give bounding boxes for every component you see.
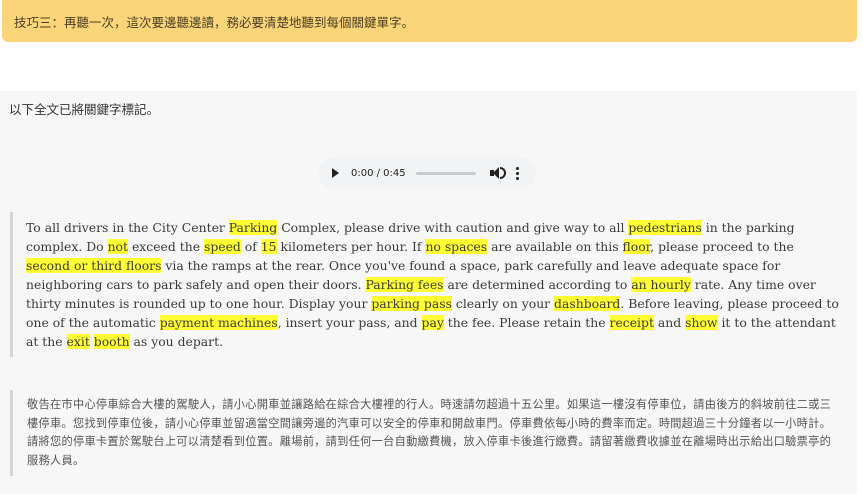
passage-text: as you depart. <box>129 334 224 349</box>
tip-banner: 技巧三：再聽一次，這次要邊聽邊讀，務必要清楚地聽到每個關鍵單字。 <box>2 0 857 42</box>
keyword-highlight: Parking <box>228 220 278 235</box>
passage-text: the fee. Please retain the <box>443 315 610 330</box>
audio-player[interactable]: 0:00 / 0:45 <box>318 157 536 189</box>
passage-text: are available on this <box>487 239 623 254</box>
intro-text: 以下全文已將關鍵字標記。 <box>9 102 160 117</box>
more-options-icon[interactable] <box>515 166 519 180</box>
audio-progress-track[interactable] <box>415 171 476 175</box>
passage-text: , insert your pass, and <box>277 315 422 330</box>
keyword-highlight: speed <box>203 239 241 254</box>
keyword-highlight: exit <box>66 334 90 349</box>
english-passage: To all drivers in the City Center Parkin… <box>10 212 840 357</box>
play-icon[interactable] <box>332 168 339 178</box>
keyword-highlight: pedestrians <box>628 220 702 235</box>
chinese-translation: 敬告在市中心停車綜合大樓的駕駛人，請小心開車並讓路給在綜合大樓裡的行人。時速請勿… <box>10 390 840 476</box>
passage-text: , please proceed to the <box>650 239 794 254</box>
keyword-highlight: second or third floors <box>26 258 162 273</box>
passage-text: exceed the <box>128 239 204 254</box>
keyword-highlight: parking pass <box>371 296 452 311</box>
keyword-highlight: booth <box>93 334 130 349</box>
volume-wave-icon <box>500 167 506 179</box>
keyword-highlight: receipt <box>609 315 654 330</box>
keyword-highlight: dashboard <box>554 296 621 311</box>
tip-text: 技巧三：再聽一次，這次要邊聽邊讀，務必要清楚地聽到每個關鍵單字。 <box>14 15 415 30</box>
keyword-highlight: show <box>685 315 718 330</box>
passage-text: Complex, please drive with caution and g… <box>277 220 629 235</box>
keyword-highlight: no spaces <box>425 239 488 254</box>
keyword-highlight: pay <box>421 315 444 330</box>
passage-text: clearly on your <box>451 296 555 311</box>
passage-text: kilometers per hour. If <box>276 239 426 254</box>
keyword-highlight: an hourly <box>631 277 691 292</box>
passage-text: and <box>653 315 686 330</box>
keyword-highlight: not <box>107 239 128 254</box>
keyword-highlight: 15 <box>260 239 277 254</box>
keyword-highlight: payment machines <box>159 315 278 330</box>
keyword-highlight: floor <box>622 239 651 254</box>
keyword-highlight: Parking fees <box>365 277 444 292</box>
passage-text: of <box>240 239 261 254</box>
audio-time: 0:00 / 0:45 <box>351 167 406 179</box>
passage-text: To all drivers in the City Center <box>26 220 229 235</box>
passage-text: are determined according to <box>443 277 632 292</box>
